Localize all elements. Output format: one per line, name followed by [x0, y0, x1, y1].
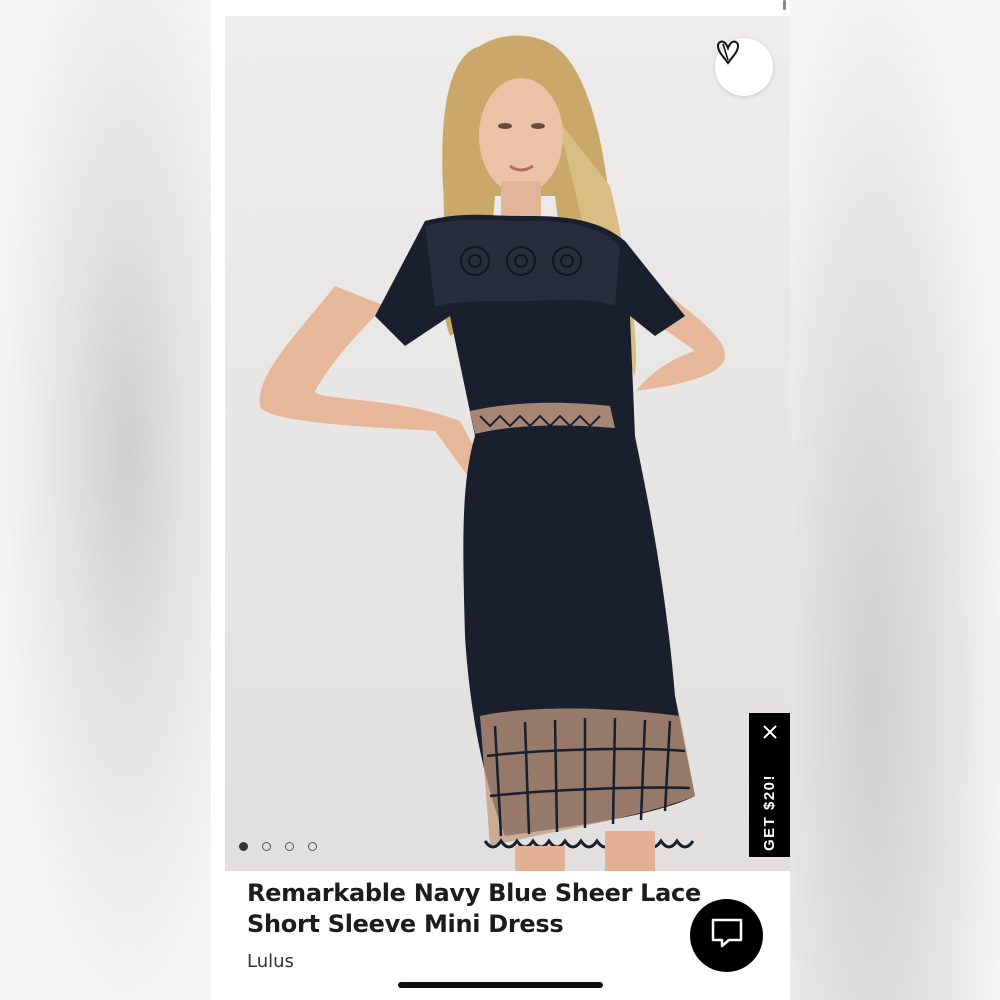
phone-screen: GET $20! Remarkable Navy Blue Sheer Lace…: [211, 0, 790, 1000]
product-brand[interactable]: Lulus: [247, 951, 294, 972]
favorite-button[interactable]: [715, 38, 773, 96]
product-title: Remarkable Navy Blue Sheer Lace Short Sl…: [247, 879, 701, 938]
image-carousel-indicator: [239, 842, 317, 851]
chat-button[interactable]: [690, 899, 763, 972]
promo-tab[interactable]: GET $20!: [749, 713, 790, 857]
product-photo-illustration: [259, 35, 725, 871]
carousel-dot-1[interactable]: [239, 842, 248, 851]
close-icon[interactable]: [761, 723, 779, 741]
background-blur-left: [0, 0, 211, 1000]
promo-label: GET $20!: [761, 773, 778, 851]
background-blur-right: [790, 0, 1000, 1000]
product-image[interactable]: [225, 16, 790, 871]
carousel-dot-3[interactable]: [285, 842, 294, 851]
carousel-dot-2[interactable]: [262, 842, 271, 851]
scroll-indicator: [783, 0, 786, 10]
carousel-dot-4[interactable]: [308, 842, 317, 851]
chat-bubble-icon: [710, 917, 744, 954]
home-indicator[interactable]: [398, 982, 603, 988]
